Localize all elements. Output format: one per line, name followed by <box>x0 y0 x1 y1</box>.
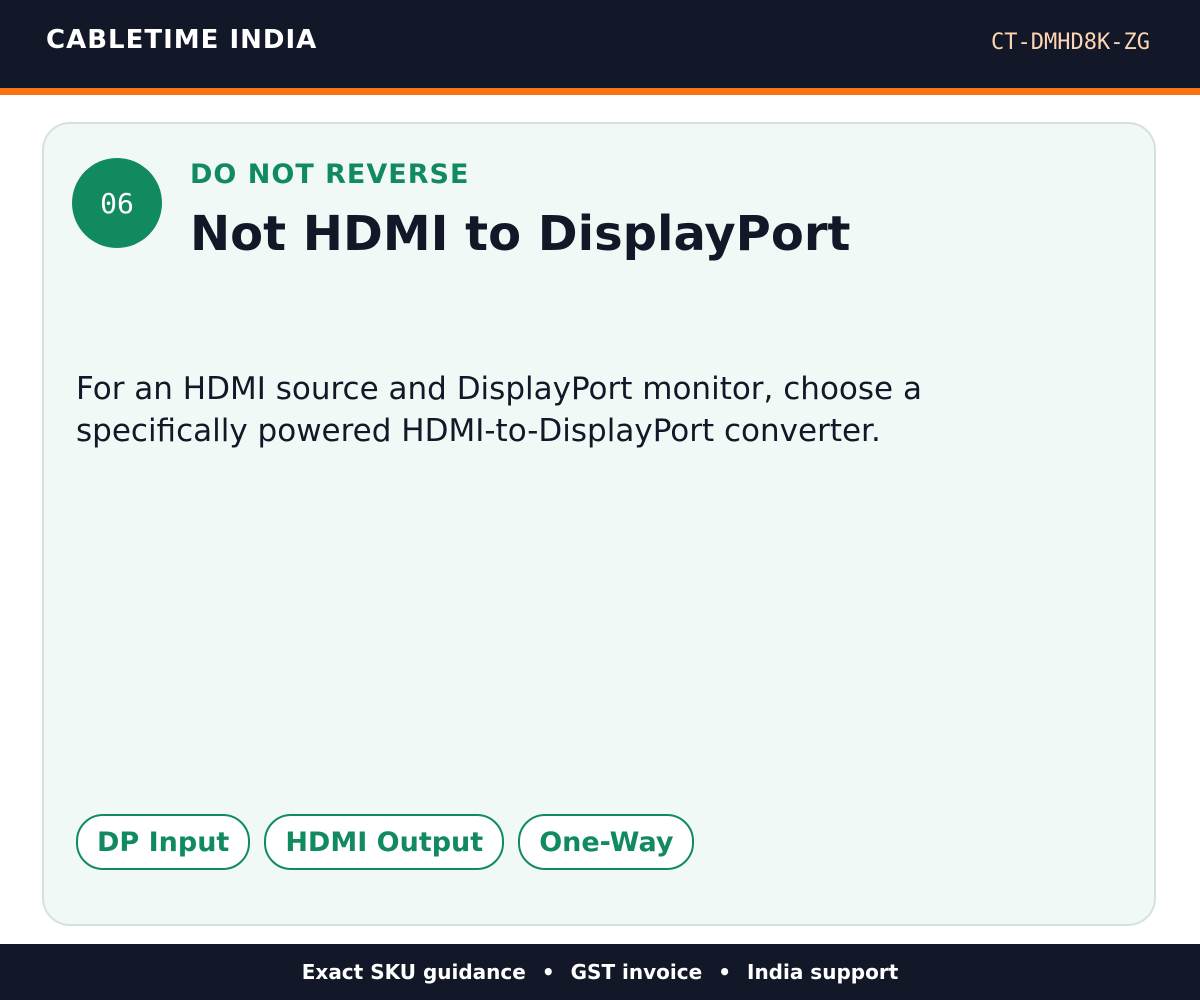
footer-item-gst-invoice: GST invoice <box>570 960 703 984</box>
brand-name: CABLETIME INDIA <box>46 25 318 55</box>
footer-item-sku-guidance: Exact SKU guidance <box>301 960 526 984</box>
step-number-badge: 06 <box>72 158 162 248</box>
card-description: For an HDMI source and DisplayPort monit… <box>76 371 922 449</box>
info-card: 06 DO NOT REVERSE Not HDMI to DisplayPor… <box>42 122 1156 926</box>
tag-list: DP Input HDMI Output One-Way <box>76 814 695 870</box>
footer-bar: Exact SKU guidance • GST invoice • India… <box>0 944 1200 1000</box>
header-accent-line <box>0 88 1200 95</box>
footer-separator: • <box>541 960 555 984</box>
sku-code: CT-DMHD8K-ZG <box>991 30 1150 55</box>
footer-item-india-support: India support <box>747 960 899 984</box>
tag-dp-input: DP Input <box>76 814 251 870</box>
card-title: Not HDMI to DisplayPort <box>190 206 851 262</box>
top-bar: CABLETIME INDIA CT-DMHD8K-ZG <box>0 0 1200 88</box>
footer-separator: • <box>718 960 731 984</box>
tag-hdmi-output: HDMI Output <box>264 814 505 870</box>
card-eyebrow: DO NOT REVERSE <box>190 159 470 190</box>
tag-one-way: One-Way <box>518 814 695 870</box>
